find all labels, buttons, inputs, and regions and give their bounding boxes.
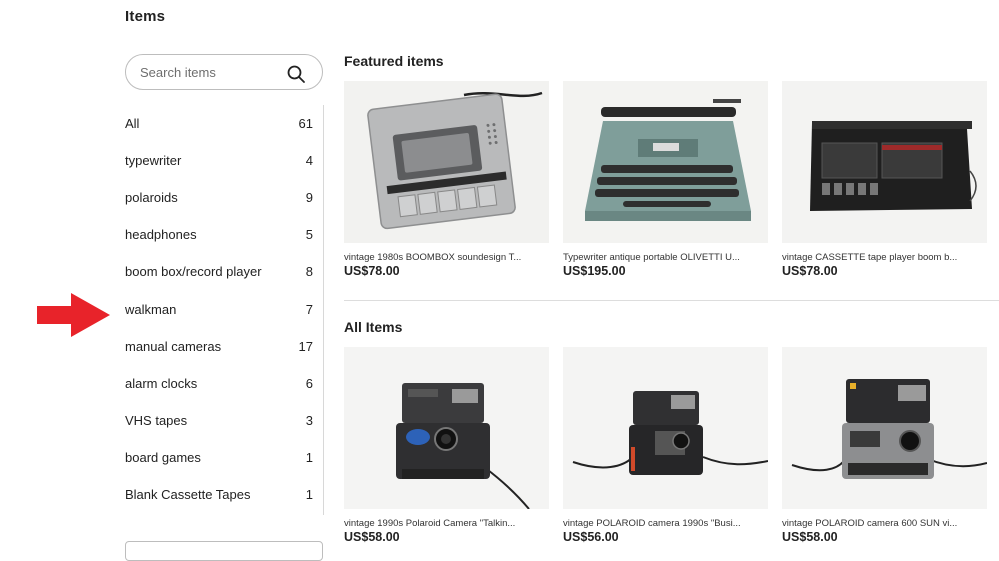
- polaroid-camera-photo[interactable]: [782, 347, 987, 509]
- page-title: Items: [125, 8, 166, 25]
- item-card[interactable]: vintage POLAROID camera 600 SUN vi... US…: [782, 347, 987, 544]
- item-title[interactable]: vintage POLAROID camera 600 SUN vi...: [782, 518, 987, 529]
- polaroid-camera-photo[interactable]: [563, 347, 768, 509]
- featured-item-card[interactable]: vintage 1980s BOOMBOX soundesign T... US…: [344, 81, 549, 278]
- sidebar-item-label: VHS tapes: [125, 412, 188, 428]
- section-divider: [344, 300, 999, 301]
- sidebar-item-count: 8: [305, 264, 313, 280]
- sidebar-item-label: boom box/record player: [125, 264, 262, 280]
- item-card[interactable]: vintage POLAROID camera 1990s "Busi... U…: [563, 347, 768, 544]
- sidebar-item-blank-cassette-tapes[interactable]: Blank Cassette Tapes 1: [125, 476, 325, 513]
- sidebar-item-manual-cameras[interactable]: manual cameras 17: [125, 328, 325, 365]
- sidebar-item-count: 61: [298, 116, 313, 132]
- sidebar-item-count: 6: [305, 375, 313, 391]
- sidebar-item-count: 5: [305, 227, 313, 243]
- sidebar-dropdown[interactable]: [125, 541, 323, 561]
- sidebar-item-count: 3: [305, 412, 313, 428]
- sidebar-item-alarm-clocks[interactable]: alarm clocks 6: [125, 365, 325, 402]
- search-icon[interactable]: [286, 64, 306, 84]
- item-title[interactable]: vintage CASSETTE tape player boom b...: [782, 252, 987, 263]
- sidebar-item-count: 7: [305, 301, 313, 317]
- polaroid-camera-photo[interactable]: [344, 347, 549, 509]
- sidebar-item-label: All: [125, 116, 140, 132]
- sidebar-item-walkman[interactable]: walkman 7: [125, 290, 325, 327]
- sidebar-item-label: manual cameras: [125, 338, 222, 354]
- sidebar-item-board-games[interactable]: board games 1: [125, 439, 325, 476]
- item-price: US$58.00: [344, 530, 400, 544]
- sidebar-item-all[interactable]: All 61: [125, 105, 325, 142]
- featured-item-card[interactable]: vintage CASSETTE tape player boom b... U…: [782, 81, 987, 278]
- category-list: All 61 typewriter 4 polaroids 9 headphon…: [125, 105, 325, 513]
- featured-item-card[interactable]: Typewriter antique portable OLIVETTI U..…: [563, 81, 768, 278]
- item-title[interactable]: vintage 1990s Polaroid Camera "Talkin...: [344, 518, 549, 529]
- item-card[interactable]: vintage 1990s Polaroid Camera "Talkin...…: [344, 347, 549, 544]
- sidebar-item-label: board games: [125, 449, 201, 465]
- sidebar-item-count: 9: [305, 190, 313, 206]
- sidebar-item-count: 17: [298, 338, 313, 354]
- sidebar-item-count: 4: [305, 153, 313, 169]
- sidebar-item-count: 1: [305, 486, 313, 502]
- item-price: US$56.00: [563, 530, 619, 544]
- sidebar-item-vhs-tapes[interactable]: VHS tapes 3: [125, 402, 325, 439]
- sidebar-item-label: alarm clocks: [125, 375, 198, 391]
- all-items-heading: All Items: [344, 319, 403, 335]
- item-title[interactable]: vintage POLAROID camera 1990s "Busi...: [563, 518, 768, 529]
- cassette-recorder-photo[interactable]: [344, 81, 549, 243]
- item-price: US$195.00: [563, 264, 626, 278]
- item-price: US$58.00: [782, 530, 838, 544]
- search-input[interactable]: [140, 63, 280, 81]
- sidebar-item-polaroids[interactable]: polaroids 9: [125, 179, 325, 216]
- sidebar-item-typewriter[interactable]: typewriter 4: [125, 142, 325, 179]
- sidebar-item-count: 1: [305, 449, 313, 465]
- sidebar-item-label: typewriter: [125, 153, 182, 169]
- sidebar-item-label: polaroids: [125, 190, 178, 206]
- featured-items-heading: Featured items: [344, 53, 444, 69]
- sidebar-item-boom-box[interactable]: boom box/record player 8: [125, 253, 325, 290]
- boombox-photo[interactable]: [782, 81, 987, 243]
- item-title[interactable]: Typewriter antique portable OLIVETTI U..…: [563, 252, 768, 263]
- typewriter-photo[interactable]: [563, 81, 768, 243]
- search-box[interactable]: [125, 54, 323, 90]
- item-title[interactable]: vintage 1980s BOOMBOX soundesign T...: [344, 252, 549, 263]
- item-price: US$78.00: [344, 264, 400, 278]
- item-price: US$78.00: [782, 264, 838, 278]
- sidebar-item-headphones[interactable]: headphones 5: [125, 216, 325, 253]
- red-arrow-annotation: [37, 293, 110, 337]
- sidebar-item-label: Blank Cassette Tapes: [125, 486, 251, 502]
- sidebar-item-label: walkman: [125, 301, 177, 317]
- sidebar-item-label: headphones: [125, 227, 197, 243]
